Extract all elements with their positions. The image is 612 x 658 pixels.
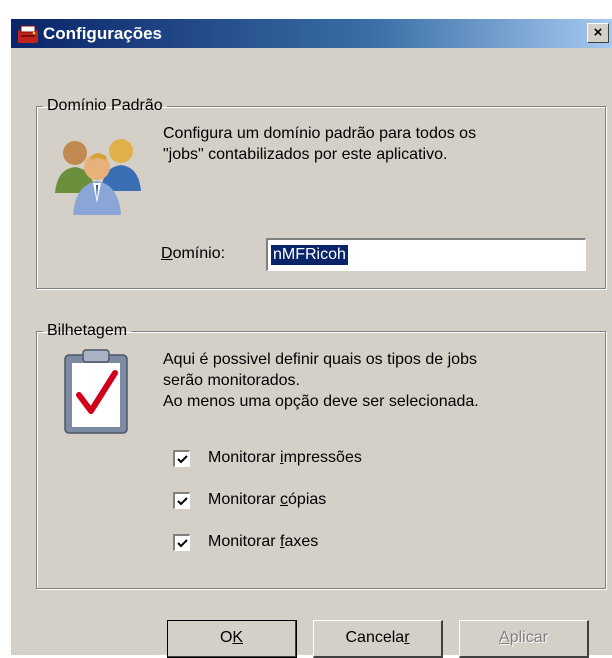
bilhetagem-description-line1: Aqui é possivel definir quais os tipos d…: [163, 351, 477, 368]
monitor-prints-checkbox[interactable]: [173, 450, 190, 467]
checkmark-icon: [177, 455, 188, 464]
dominio-description: Configura um domínio padrão para todos o…: [163, 123, 476, 165]
option-prefix: Monitorar: [208, 449, 281, 466]
dominio-input-value: nMFRicoh: [271, 245, 348, 265]
dominio-field-label: Domínio:: [161, 245, 225, 263]
bilhetagem-description-line3: Ao menos uma opção deve ser selecionada.: [163, 393, 479, 410]
settings-dialog: Configurações × Domínio Padrão Configura…: [10, 18, 612, 658]
title-bar[interactable]: Configurações ×: [11, 19, 612, 48]
ok-accesskey: K: [232, 629, 244, 646]
users-icon: [55, 139, 141, 215]
apply-accesskey: A: [499, 629, 510, 646]
monitor-copies-label: Monitorar cópias: [208, 491, 326, 509]
monitor-prints-label: Monitorar impressões: [208, 449, 362, 467]
option-prefix: Monitorar: [208, 533, 281, 550]
cancel-prefix: Cancela: [345, 629, 405, 646]
ok-prefix: O: [219, 629, 233, 646]
dominio-description-line2: "jobs" contabilizados por este aplicativ…: [163, 146, 448, 163]
close-button[interactable]: ×: [587, 23, 609, 43]
option-prefix: Monitorar: [208, 491, 281, 508]
bilhetagem-description: Aqui é possivel definir quais os tipos d…: [163, 349, 479, 412]
dominio-label-accesskey: D: [161, 245, 173, 262]
cancel-accesskey: r: [404, 629, 410, 646]
window-title: Configurações: [43, 24, 163, 43]
apply-button[interactable]: Aplicar: [459, 620, 589, 658]
dominio-description-line1: Configura um domínio padrão para todos o…: [163, 125, 477, 142]
option-suffix: mpressões: [283, 449, 362, 466]
close-icon: ×: [593, 24, 603, 41]
option-accesskey: c: [280, 491, 289, 508]
checkmark-icon: [177, 539, 188, 548]
monitor-faxes-label: Monitorar faxes: [208, 533, 318, 551]
app-icon: [18, 25, 38, 43]
dominio-label-text: omínio:: [172, 245, 226, 262]
monitor-copies-checkbox[interactable]: [173, 492, 190, 509]
clipboard-check-icon: [64, 349, 128, 434]
apply-suffix: plicar: [509, 629, 548, 646]
dominio-input[interactable]: nMFRicoh: [266, 238, 586, 271]
ok-button[interactable]: OK: [167, 620, 297, 658]
option-suffix: ópias: [288, 491, 327, 508]
bilhetagem-group-legend: Bilhetagem: [47, 322, 128, 339]
dominio-group-legend: Domínio Padrão: [47, 97, 163, 114]
monitor-faxes-checkbox[interactable]: [173, 534, 190, 551]
cancel-button[interactable]: Cancelar: [313, 620, 443, 658]
option-suffix: axes: [284, 533, 319, 550]
checkmark-icon: [177, 497, 188, 506]
bilhetagem-description-line2: serão monitorados.: [163, 372, 300, 389]
